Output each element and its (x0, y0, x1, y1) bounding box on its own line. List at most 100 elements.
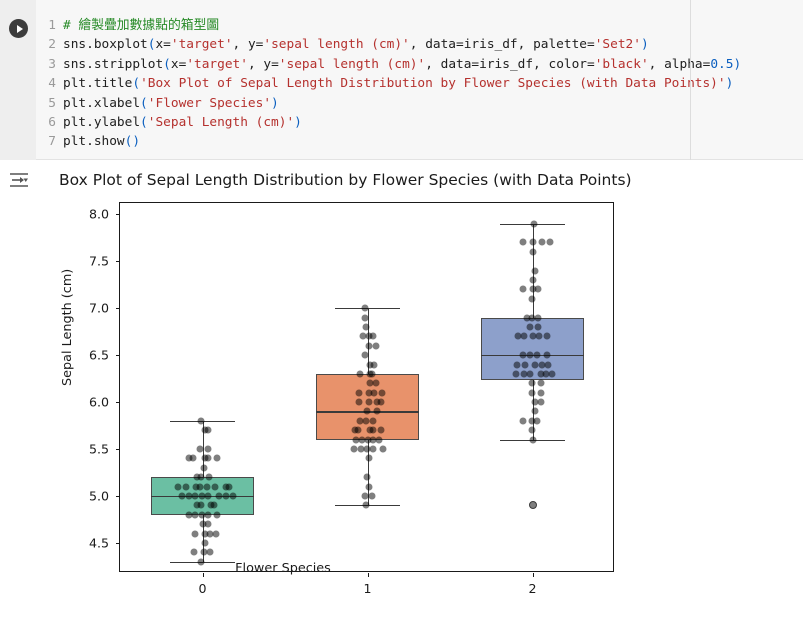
data-point (526, 370, 534, 378)
data-point (535, 332, 543, 340)
code-token: ( (163, 56, 171, 72)
code-token: data=iris_df, (425, 37, 534, 53)
data-point (365, 454, 373, 462)
data-point (543, 332, 551, 340)
data-point (192, 483, 200, 491)
y-tick-mark (116, 449, 120, 451)
data-point (225, 483, 233, 491)
data-point (203, 483, 211, 491)
code-token: sns.stripplot (63, 56, 164, 72)
data-point (206, 548, 214, 556)
code-token: 'Box Plot of Sepal Length Distribution b… (140, 76, 726, 92)
data-point (528, 379, 536, 387)
line-number: 5 (48, 95, 56, 111)
code-token: , (232, 37, 248, 53)
code-editor[interactable]: 1 # 繪製疊加數據點的箱型圖 2 sns.boxplot(x='target', y… (36, 0, 803, 159)
data-point (370, 361, 378, 369)
data-point (204, 426, 212, 434)
y-tick-mark (116, 495, 120, 497)
editor-vertical-rule (690, 0, 691, 160)
code-token: 'Flower Species' (147, 95, 272, 111)
code-token: y= (263, 56, 279, 72)
data-point (537, 389, 545, 397)
data-point (372, 342, 380, 350)
data-point (528, 389, 536, 397)
code-token: 'Sepal Length (cm)' (147, 115, 295, 131)
code-token: , (648, 56, 665, 72)
data-point (514, 332, 522, 340)
data-point (213, 511, 221, 519)
data-point (531, 361, 539, 369)
data-point (222, 492, 230, 500)
data-point (356, 417, 364, 425)
data-point (212, 530, 220, 538)
code-token: , (425, 56, 441, 72)
data-point (204, 511, 212, 519)
output-toggle-icon[interactable] (9, 171, 29, 189)
data-point (361, 492, 369, 500)
data-point (379, 445, 387, 453)
x-tick-label: 0 (198, 581, 207, 596)
play-icon (16, 24, 23, 33)
data-point (191, 492, 199, 500)
line-number: 2 (48, 37, 56, 53)
notebook-cell-view: 1 # 繪製疊加數據點的箱型圖 2 sns.boxplot(x='target', y… (0, 0, 803, 640)
code-token: 'Set2' (594, 37, 641, 53)
y-tick-mark (116, 355, 120, 357)
y-tick-label: 6.5 (88, 347, 109, 363)
data-point (191, 530, 199, 538)
code-token: ( (140, 115, 148, 131)
data-point (182, 483, 190, 491)
data-point (530, 220, 538, 228)
data-point (538, 238, 546, 246)
code-cell: 1 # 繪製疊加數據點的箱型圖 2 sns.boxplot(x='target', y… (0, 0, 803, 160)
data-point (356, 370, 364, 378)
data-point (369, 426, 377, 434)
y-tick-mark (116, 402, 120, 404)
code-token: ( (140, 95, 148, 111)
data-point (529, 238, 537, 246)
code-line: 2 sns.boxplot(x='target', y='sepal length… (36, 35, 803, 54)
code-token: plt.title (63, 76, 133, 92)
y-tick-mark (116, 542, 120, 544)
code-token: 'sepal length (cm)' (278, 56, 426, 72)
data-point (350, 445, 358, 453)
chart-x-axis-label: Flower Species (235, 561, 331, 576)
data-point (529, 276, 537, 284)
code-token: plt.show (63, 134, 125, 150)
data-point (529, 248, 537, 256)
plot-area: 8.0 7.5 7.0 6.5 6.0 5.5 5.0 4.5 0 1 2 (89, 202, 614, 596)
x-tick-label: 1 (363, 581, 372, 596)
data-point (201, 539, 209, 547)
y-tick-label: 5.5 (88, 441, 109, 457)
code-token: plt.ylabel (63, 115, 141, 131)
data-point (519, 238, 527, 246)
data-point (526, 323, 534, 331)
data-point (193, 473, 201, 481)
data-point (213, 454, 221, 462)
data-point (174, 483, 182, 491)
data-point (375, 436, 383, 444)
data-point (204, 445, 212, 453)
code-token: , (409, 37, 426, 53)
data-point (361, 314, 369, 322)
x-tick-mark (367, 573, 369, 577)
code-token: ( (132, 76, 141, 92)
matplotlib-figure: Box Plot of Sepal Length Distribution by… (36, 161, 803, 640)
data-point (377, 426, 385, 434)
run-cell-button[interactable] (9, 19, 28, 38)
y-tick-label: 5.0 (88, 488, 109, 504)
data-point (546, 238, 553, 246)
code-cell-gutter (0, 0, 36, 160)
data-point (544, 361, 552, 369)
x-tick-mark (532, 573, 534, 577)
data-point (519, 417, 527, 425)
code-token: , (247, 56, 264, 72)
data-point (369, 445, 377, 453)
y-tick-label: 4.5 (88, 535, 109, 551)
data-point (351, 426, 359, 434)
y-tick-label: 8.0 (88, 206, 109, 222)
code-token: y= (247, 37, 264, 53)
code-token: alpha= (664, 56, 711, 72)
output-gutter (0, 161, 36, 640)
